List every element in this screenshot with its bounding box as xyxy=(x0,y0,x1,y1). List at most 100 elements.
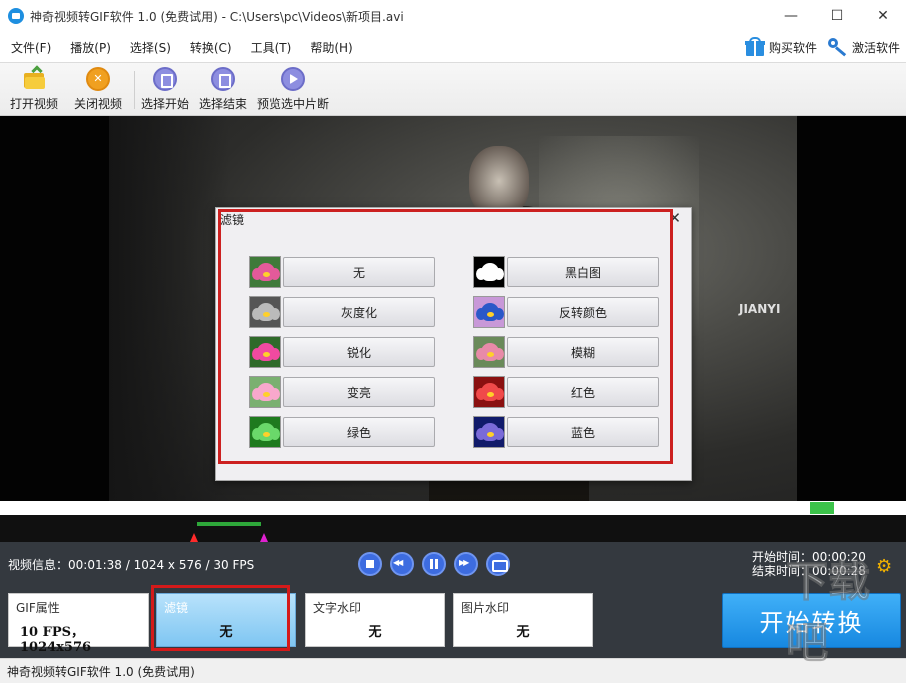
filter-thumb-red xyxy=(473,376,505,408)
menu-play[interactable]: 播放(P) xyxy=(59,39,119,56)
gif-properties-value: 10 FPS，1024x576 xyxy=(20,625,92,655)
filter-red-button[interactable]: 红色 xyxy=(507,377,659,407)
select-end-button[interactable]: 选择结束 xyxy=(199,67,247,115)
filter-option: 灰度化 xyxy=(249,296,435,328)
open-video-label: 打开视频 xyxy=(10,97,59,111)
timeline-position-marker[interactable] xyxy=(810,502,834,514)
filter-option: 绿色 xyxy=(249,416,435,448)
text-watermark-title: 文字水印 xyxy=(313,601,362,615)
preview-selection-label: 预览选中片断 xyxy=(257,97,330,111)
selection-end-handle[interactable] xyxy=(260,533,268,542)
filter-thumb-invert xyxy=(473,296,505,328)
window-title: 神奇视频转GIF软件 1.0 (免费试用) - C:\Users\pc\Vide… xyxy=(30,9,404,24)
filter-option: 无 xyxy=(249,256,435,288)
close-button[interactable]: ✕ xyxy=(860,0,906,32)
playback-controls xyxy=(358,552,518,576)
maximize-button[interactable]: ☐ xyxy=(814,0,860,32)
key-icon xyxy=(827,37,849,57)
filter-thumb-grayscale xyxy=(249,296,281,328)
toolbar: 打开视频 关闭视频 选择开始 选择结束 预览选中片断 xyxy=(0,62,906,116)
select-end-icon xyxy=(211,67,235,91)
menu-file[interactable]: 文件(F) xyxy=(0,39,59,56)
select-start-icon xyxy=(153,67,177,91)
corner-watermark-logo: 下载吧 xyxy=(786,557,902,680)
filter-card[interactable]: 滤镜 无 xyxy=(156,593,296,647)
filter-thumb-blur xyxy=(473,336,505,368)
filter-dialog: 滤镜 ✕ 无 黑白图 灰度化 反转颜色 锐化 模糊 变亮 红色 绿色 蓝色 xyxy=(215,207,692,481)
gift-icon xyxy=(744,37,766,57)
filter-thumb-none xyxy=(249,256,281,288)
bottom-panel: 视频信息：00:01:38 / 1024 x 576 / 30 FPS 开始时间… xyxy=(0,542,906,658)
menu-convert[interactable]: 转换(C) xyxy=(179,39,240,56)
filter-none-button[interactable]: 无 xyxy=(283,257,435,287)
image-watermark-card[interactable]: 图片水印 无 xyxy=(453,593,593,647)
menu-tools[interactable]: 工具(T) xyxy=(240,39,300,56)
stop-button[interactable] xyxy=(358,552,382,576)
open-folder-icon xyxy=(22,65,46,91)
toolbar-separator xyxy=(134,71,135,109)
select-start-button[interactable]: 选择开始 xyxy=(141,67,189,115)
filter-option: 反转颜色 xyxy=(473,296,659,328)
filter-option: 黑白图 xyxy=(473,256,659,288)
video-figure-face xyxy=(469,146,529,216)
filter-sharpen-button[interactable]: 锐化 xyxy=(283,337,435,367)
filter-green-button[interactable]: 绿色 xyxy=(283,417,435,447)
gif-properties-card[interactable]: GIF属性 10 FPS，1024x576 xyxy=(8,593,149,655)
filter-card-title: 滤镜 xyxy=(164,601,189,615)
filter-invert-button[interactable]: 反转颜色 xyxy=(507,297,659,327)
status-text: 神奇视频转GIF软件 1.0 (免费试用) xyxy=(7,665,195,679)
title-bar: 神奇视频转GIF软件 1.0 (免费试用) - C:\Users\pc\Vide… xyxy=(0,0,906,32)
gif-properties-title: GIF属性 xyxy=(16,601,60,615)
menu-right: 购买软件 激活软件 xyxy=(734,32,900,62)
video-info: 视频信息：00:01:38 / 1024 x 576 / 30 FPS xyxy=(8,558,255,572)
open-video-button[interactable]: 打开视频 xyxy=(10,65,59,115)
filter-thumb-green xyxy=(249,416,281,448)
filter-option: 红色 xyxy=(473,376,659,408)
select-end-label: 选择结束 xyxy=(199,97,248,111)
timeline-track[interactable] xyxy=(0,501,906,515)
selection-range-bar xyxy=(197,522,261,526)
fast-forward-button[interactable] xyxy=(454,552,478,576)
filter-dialog-title: 滤镜 xyxy=(220,213,245,227)
menu-select[interactable]: 选择(S) xyxy=(119,39,179,56)
buy-software-label: 购买软件 xyxy=(768,40,817,55)
close-video-icon xyxy=(86,67,110,91)
close-video-button[interactable]: 关闭视频 xyxy=(74,67,122,115)
selection-start-handle[interactable] xyxy=(190,533,198,542)
close-video-label: 关闭视频 xyxy=(74,97,123,111)
video-watermark: JIANYI xyxy=(739,302,781,316)
filter-blue-button[interactable]: 蓝色 xyxy=(507,417,659,447)
filter-option: 锐化 xyxy=(249,336,435,368)
filter-thumb-sharpen xyxy=(249,336,281,368)
menu-bar: 文件(F) 播放(P) 选择(S) 转换(C) 工具(T) 帮助(H) 购买软件… xyxy=(0,32,906,62)
window-controls: — ☐ ✕ xyxy=(768,0,906,32)
select-start-label: 选择开始 xyxy=(141,97,190,111)
corner-watermark-text: 下载吧 xyxy=(786,557,871,668)
activate-software-label: 激活软件 xyxy=(851,40,900,55)
filter-thumb-brighten xyxy=(249,376,281,408)
filter-card-value: 无 xyxy=(219,625,233,640)
filter-grayscale-button[interactable]: 灰度化 xyxy=(283,297,435,327)
preview-play-icon xyxy=(281,67,305,91)
filter-thumb-black-white xyxy=(473,256,505,288)
filter-thumb-blue xyxy=(473,416,505,448)
text-watermark-card[interactable]: 文字水印 无 xyxy=(305,593,445,647)
menu-help[interactable]: 帮助(H) xyxy=(299,39,360,56)
filter-option: 变亮 xyxy=(249,376,435,408)
buy-software-button[interactable]: 购买软件 xyxy=(744,37,817,57)
preview-selection-button[interactable]: 预览选中片断 xyxy=(257,67,329,115)
filter-brighten-button[interactable]: 变亮 xyxy=(283,377,435,407)
activate-software-button[interactable]: 激活软件 xyxy=(827,37,900,57)
pause-button[interactable] xyxy=(422,552,446,576)
snapshot-button[interactable] xyxy=(486,552,510,576)
image-watermark-title: 图片水印 xyxy=(461,601,510,615)
filter-dialog-close-icon[interactable]: ✕ xyxy=(668,209,681,227)
minimize-button[interactable]: — xyxy=(768,0,814,32)
filter-blur-button[interactable]: 模糊 xyxy=(507,337,659,367)
video-shade xyxy=(109,116,229,501)
app-icon xyxy=(8,8,24,24)
filter-option: 蓝色 xyxy=(473,416,659,448)
filter-black-white-button[interactable]: 黑白图 xyxy=(507,257,659,287)
selection-track[interactable] xyxy=(0,515,906,542)
rewind-button[interactable] xyxy=(390,552,414,576)
